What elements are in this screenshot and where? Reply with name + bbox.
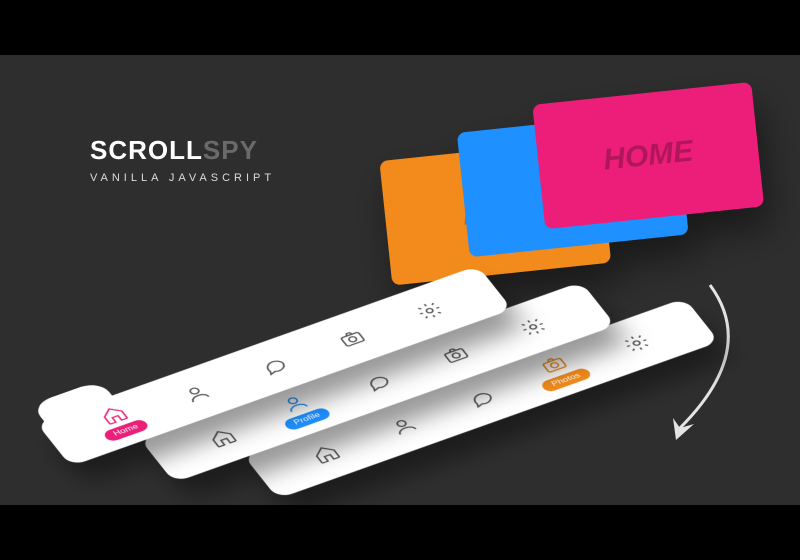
nav-item-profile[interactable] [369,408,438,443]
home-icon [308,442,343,466]
home-icon [205,426,240,450]
nav-item-messages[interactable] [447,381,516,416]
stage: SCROLLSPY VANILLA JAVASCRIPT PHO PR HOME… [0,55,800,505]
user-icon [179,382,214,406]
title-strong: SCROLL [90,135,203,165]
nav-item-profile[interactable] [162,376,231,411]
gear-icon [516,315,551,339]
chat-icon [360,370,395,394]
user-icon [386,414,421,438]
page-title: SCROLLSPY [90,135,275,166]
card-label: HOME [602,134,695,177]
card-home: HOME [532,82,764,229]
nav-item-home[interactable] [291,436,360,471]
title-block: SCROLLSPY VANILLA JAVASCRIPT [90,135,275,184]
nav-item-settings[interactable] [395,293,464,328]
nav-item-settings[interactable] [499,309,568,344]
nav-item-photos[interactable] [318,321,387,356]
nav-item-home[interactable] [188,420,257,455]
gear-icon [412,299,447,323]
nav-pill: Profile [282,406,333,431]
nav-item-settings[interactable] [602,325,671,360]
chat-icon [464,387,499,411]
subtitle: VANILLA JAVASCRIPT [90,172,275,184]
nav-bars-group: Home Profile Photos [36,222,714,505]
nav-item-photos[interactable] [421,337,490,372]
gear-icon [619,331,654,355]
camera-icon [438,343,473,367]
title-dim: SPY [203,135,258,165]
nav-item-messages[interactable] [343,364,412,399]
camera-icon [334,327,369,351]
